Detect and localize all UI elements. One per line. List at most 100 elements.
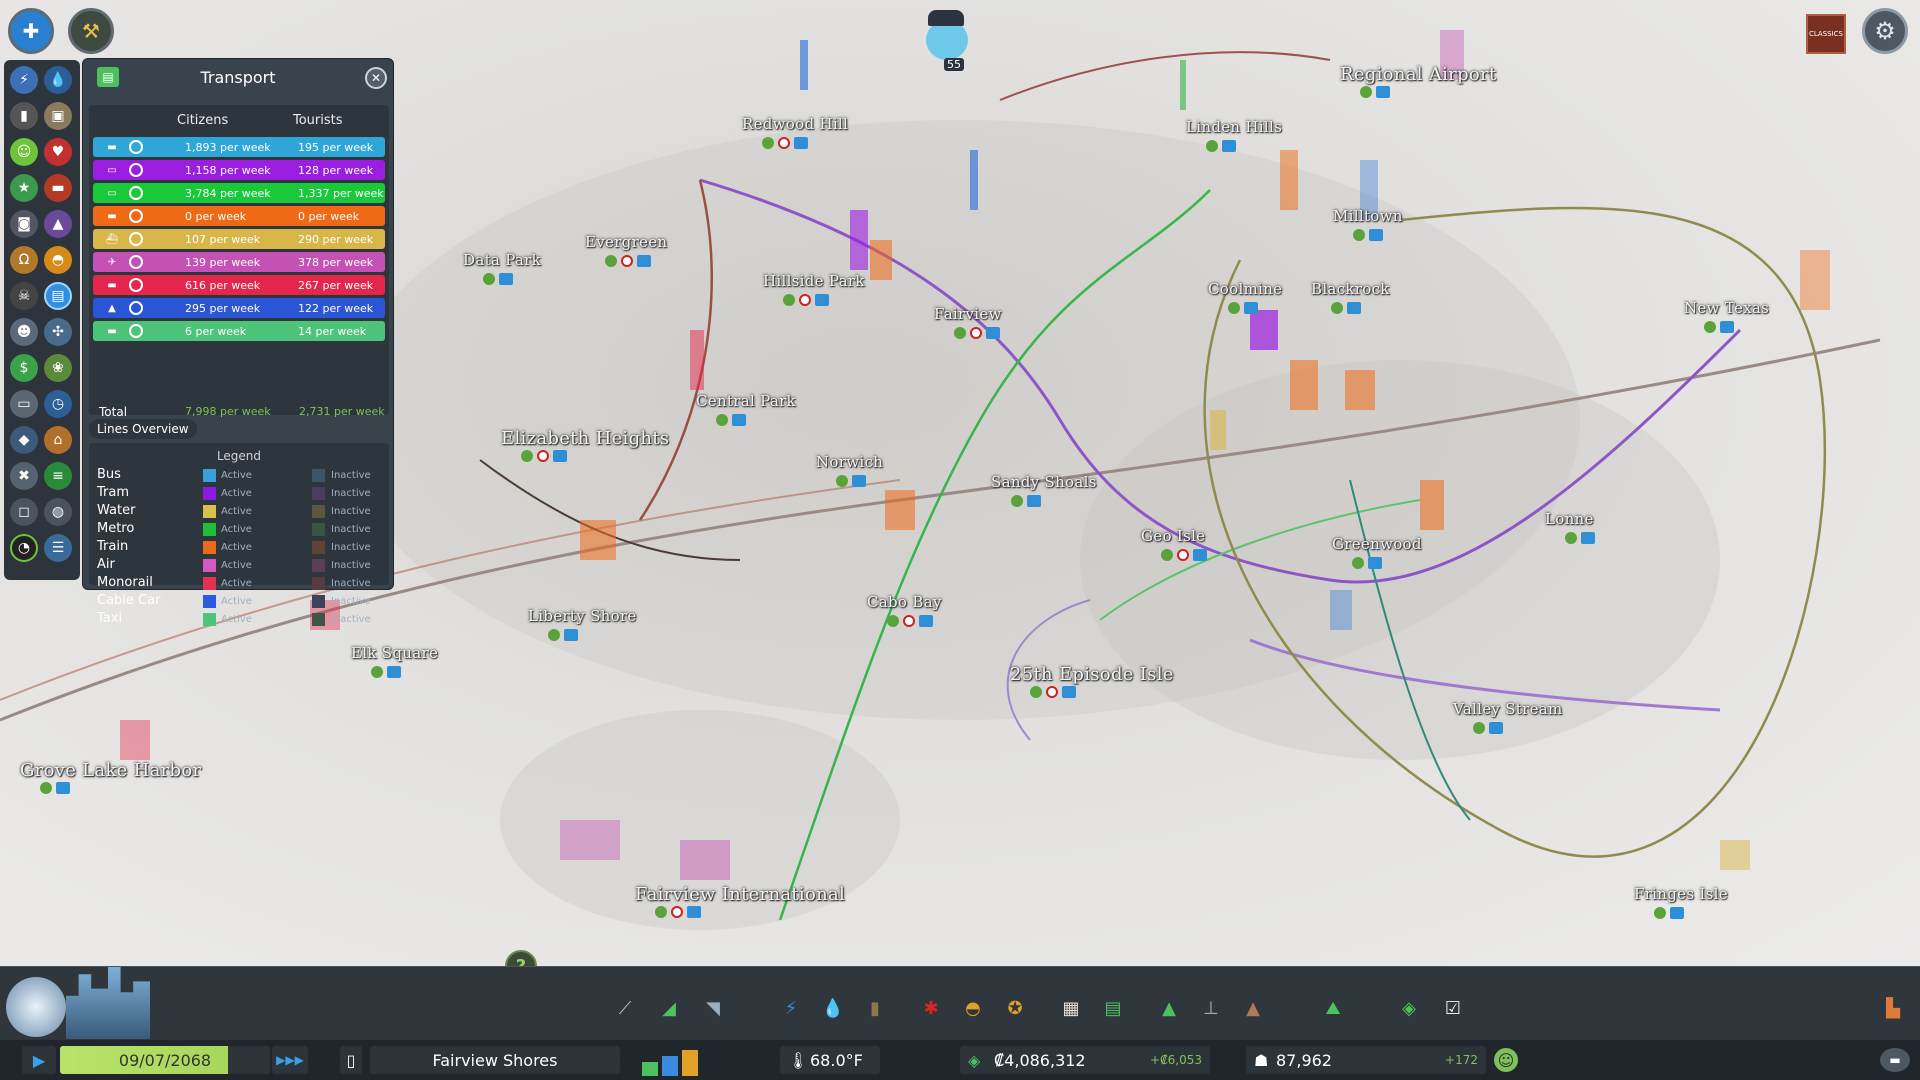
fire-view-button[interactable]: ▬ <box>44 174 72 202</box>
city-info-button[interactable]: ▯ <box>340 1046 362 1074</box>
chirper-toggle-button[interactable]: ▬ <box>1880 1048 1910 1072</box>
heating-view-button[interactable]: ◍ <box>44 498 72 526</box>
district-label[interactable]: Grove Lake Harbor <box>20 760 201 781</box>
magnifier-icon[interactable] <box>129 209 143 223</box>
magnifier-icon[interactable] <box>129 301 143 315</box>
transport-view-button[interactable]: ▤ <box>44 282 72 310</box>
population-view-button[interactable]: ☻ <box>10 318 38 346</box>
district-label[interactable]: Data Park <box>463 251 541 269</box>
chirper-mascot[interactable]: 55 <box>920 6 976 71</box>
district-label[interactable]: 25th Episode Isle <box>1010 664 1174 685</box>
money-display[interactable]: ◈ ₡4,086,312 +₡6,053 <box>960 1046 1210 1074</box>
land-value-view-button[interactable]: $ <box>10 354 38 382</box>
district-label[interactable]: Valley Stream <box>1453 700 1563 718</box>
district-label[interactable]: Elk Square <box>351 644 438 662</box>
district-label[interactable]: Lonne <box>1545 510 1594 528</box>
district-label[interactable]: Fringes Isle <box>1634 885 1728 903</box>
unlock-button[interactable]: ✚ <box>8 8 54 54</box>
noise-view-button[interactable]: Ω <box>10 246 38 274</box>
zoning-button[interactable]: ◢ <box>656 995 682 1021</box>
classics-badge[interactable]: CLASSICS <box>1806 14 1846 54</box>
death-view-button[interactable]: ☠ <box>10 282 38 310</box>
district-label[interactable]: Elizabeth Heights <box>501 428 669 449</box>
magnifier-icon[interactable] <box>129 186 143 200</box>
play-icon: ▶ <box>32 1050 46 1070</box>
pollution-view-button[interactable]: ▭ <box>10 390 38 418</box>
terrain-view-button[interactable]: ◆ <box>10 426 38 454</box>
district-label[interactable]: Fairview <box>934 305 1002 323</box>
lines-overview-button[interactable]: Lines Overview <box>89 419 197 439</box>
magnifier-icon[interactable] <box>129 278 143 292</box>
district-label[interactable]: Blackrock <box>1311 280 1390 298</box>
services-view-button[interactable]: ◓ <box>44 246 72 274</box>
district-label[interactable]: Coolmine <box>1208 280 1282 298</box>
parks-button[interactable]: ▲ <box>1156 995 1182 1021</box>
population-display[interactable]: ☗ 87,962 +172 <box>1246 1046 1486 1074</box>
healthcare-button[interactable]: ✱ <box>918 995 944 1021</box>
magnifier-icon[interactable] <box>129 140 143 154</box>
district-label[interactable]: Linden Hills <box>1186 118 1282 136</box>
district-label[interactable]: Liberty Shore <box>528 607 637 625</box>
happiness-view-button[interactable]: ☺ <box>10 138 38 166</box>
district-label[interactable]: Hillside Park <box>763 272 865 290</box>
district-label[interactable]: Greenwood <box>1332 535 1422 553</box>
play-button[interactable]: ▶ <box>22 1046 56 1074</box>
landscaping-button[interactable]: ⛰ <box>1320 995 1346 1021</box>
district-label[interactable]: New Texas <box>1684 299 1769 317</box>
escape-routes-view-button[interactable]: ☰ <box>44 534 72 562</box>
bulldozer-button[interactable]: ▙ <box>1880 995 1906 1021</box>
citizens-value: 616 per week <box>185 278 261 292</box>
close-button[interactable]: ✕ <box>365 67 387 89</box>
electricity-button[interactable]: ⚡ <box>778 995 804 1021</box>
education-view-button[interactable]: ▲ <box>44 210 72 238</box>
magnifier-icon[interactable] <box>129 324 143 338</box>
district-label[interactable]: Cabo Bay <box>867 593 942 611</box>
education-button[interactable]: ▦ <box>1058 995 1084 1021</box>
tree-icon <box>1161 549 1173 561</box>
road-view-button[interactable]: ≡ <box>44 462 72 490</box>
district-label[interactable]: Evergreen <box>585 233 667 251</box>
unique-buildings-button[interactable]: ⊥ <box>1198 995 1224 1021</box>
monuments-button[interactable]: ▲ <box>1240 995 1266 1021</box>
health-view-button[interactable]: ♥ <box>44 138 72 166</box>
settings-button[interactable]: ⚙ <box>1862 8 1908 54</box>
water-view-button[interactable]: 💧 <box>44 66 72 94</box>
district-label[interactable]: Norwich <box>816 453 883 471</box>
level-view-button[interactable]: ★ <box>10 174 38 202</box>
roads-button[interactable]: ⟋ <box>612 995 638 1021</box>
outside-view-button[interactable]: ⌂ <box>44 426 72 454</box>
wind-view-button[interactable]: ✣ <box>44 318 72 346</box>
district-label[interactable]: Central Park <box>696 392 796 410</box>
water-button[interactable]: 💧 <box>820 995 846 1021</box>
city-globe-icon[interactable] <box>6 977 66 1037</box>
policies-button[interactable]: ☑ <box>1440 995 1466 1021</box>
district-label[interactable]: Redwood Hill <box>742 115 848 133</box>
districts-button[interactable]: ◥ <box>700 995 726 1021</box>
buildings-view-button[interactable]: ▣ <box>44 102 72 130</box>
garbage-button[interactable]: ▮ <box>862 995 888 1021</box>
economy-button[interactable]: ◈ <box>1396 995 1422 1021</box>
tourism-view-button[interactable]: ◻ <box>10 498 38 526</box>
magnifier-icon[interactable] <box>129 163 143 177</box>
electricity-view-button[interactable]: ⚡ <box>10 66 38 94</box>
district-label[interactable]: Regional Airport <box>1340 64 1496 85</box>
magnifier-icon[interactable] <box>129 232 143 246</box>
natural-resources-view-button[interactable]: ❀ <box>44 354 72 382</box>
garbage-view-button[interactable]: ▮ <box>10 102 38 130</box>
happiness-icon[interactable]: ☺ <box>1494 1048 1518 1072</box>
milestones-button[interactable]: ⚒ <box>68 8 114 54</box>
district-label[interactable]: Milltown <box>1333 207 1403 225</box>
police-button[interactable]: ✪ <box>1002 995 1028 1021</box>
district-label[interactable]: Geo Isle <box>1141 527 1205 545</box>
district-label[interactable]: Fairview International <box>635 884 845 905</box>
city-name[interactable]: Fairview Shores <box>370 1046 620 1074</box>
maintenance-view-button[interactable]: ✖ <box>10 462 38 490</box>
magnifier-icon[interactable] <box>129 255 143 269</box>
crime-view-button[interactable]: ◙ <box>10 210 38 238</box>
fire-button[interactable]: ◓ <box>960 995 986 1021</box>
snow-view-button[interactable]: ◔ <box>10 534 38 562</box>
speed-button[interactable]: ▶▶▶ <box>272 1046 308 1074</box>
traffic-view-button[interactable]: ◷ <box>44 390 72 418</box>
district-label[interactable]: Sandy Shoals <box>991 473 1097 491</box>
transport-button[interactable]: ▤ <box>1100 995 1126 1021</box>
